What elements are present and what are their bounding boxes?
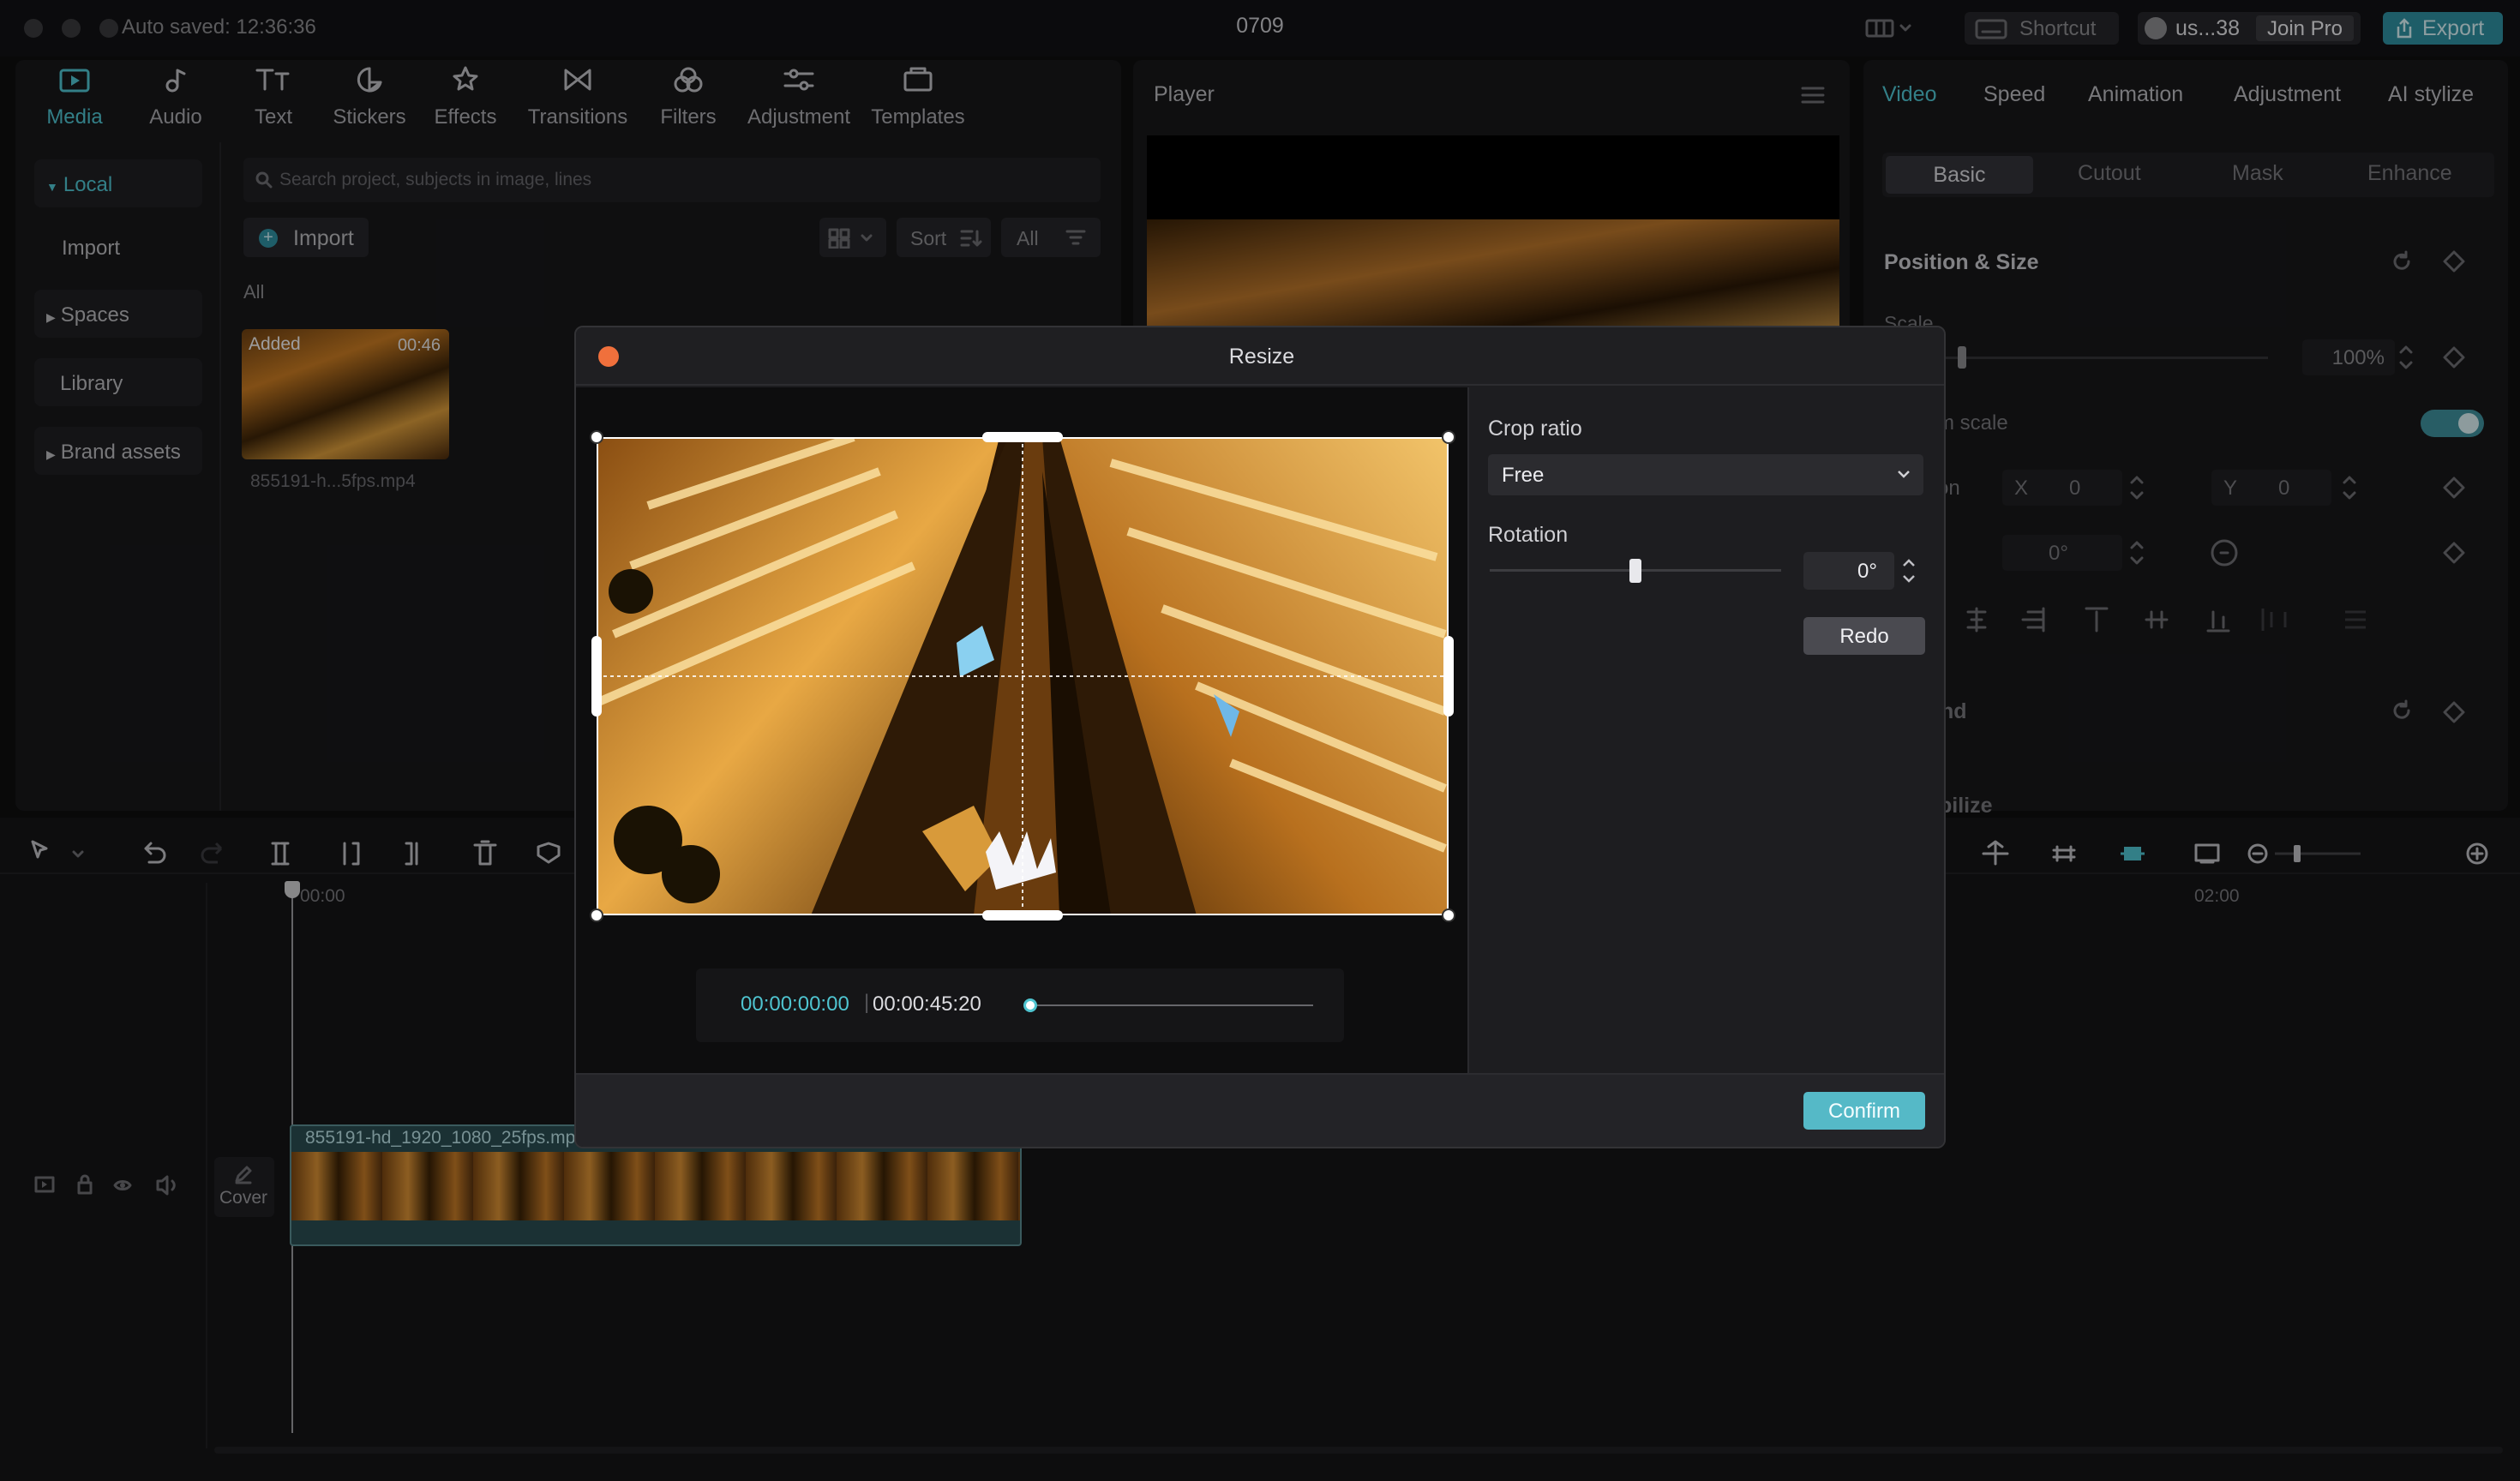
crop-handle-top-right[interactable] [1442,430,1455,444]
resize-dialog: Resize 00:00:00:00 | 00:00:45:20 Crop ra… [574,326,1946,1148]
dialog-footer [576,1073,1944,1147]
crop-handle-bottom-right[interactable] [1442,908,1455,922]
rotation-input[interactable]: 0° [1803,552,1894,590]
crop-handle-top-left[interactable] [590,430,603,444]
crop-ratio-label: Crop ratio [1488,417,1582,441]
rotation-slider-thumb[interactable] [1629,559,1641,583]
crop-ratio-select[interactable]: Free [1488,454,1923,495]
time-total: 00:00:45:20 [873,992,981,1016]
crop-handle-right[interactable] [1443,636,1454,717]
scrub-track[interactable] [1030,1004,1313,1006]
time-current: 00:00:00:00 [741,992,849,1016]
redo-button[interactable]: Redo [1803,617,1925,655]
dialog-title: Resize [1228,345,1295,369]
rotation-label: Rotation [1488,523,1569,547]
chevron-down-icon [1898,471,1910,478]
crop-handle-bottom-left[interactable] [590,908,603,922]
crop-handle-top[interactable] [982,432,1063,442]
confirm-button[interactable]: Confirm [1803,1092,1925,1130]
playback-bar: 00:00:00:00 | 00:00:45:20 [696,968,1344,1042]
crop-grid [597,437,1449,915]
scrub-handle[interactable] [1023,998,1037,1012]
crop-handle-bottom[interactable] [982,910,1063,920]
rotation-stepper-icon[interactable] [1899,554,1918,588]
crop-handle-left[interactable] [591,636,602,717]
